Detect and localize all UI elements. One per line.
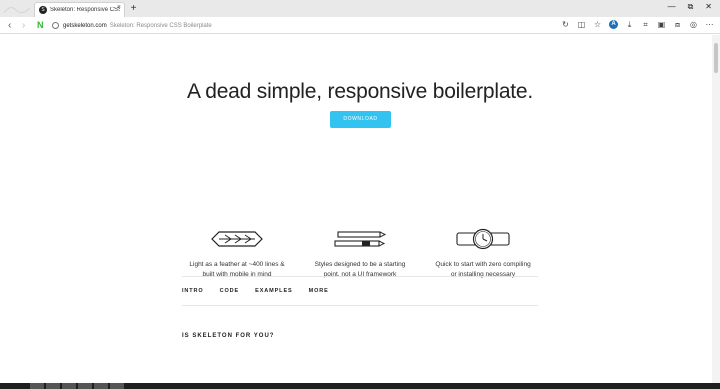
reading-list-icon[interactable]: ▣ [657,20,666,29]
restore-button[interactable]: ⧉ [688,2,694,12]
nav-link-more[interactable]: MORE [309,288,329,294]
url-page-title: Skeleton: Responsive CSS Boilerplate [109,22,212,29]
toolbar-icons: ↻ ◫ ☆ A ⤓ ⌗ ▣ ⧈ ◎ ⋯ [561,20,714,29]
feature-text-line1: Styles designed to be a starting [314,261,406,268]
nav-link-code[interactable]: CODE [220,288,240,294]
reload-icon[interactable]: ↻ [561,20,570,29]
taskbar-item[interactable] [94,383,108,389]
more-icon[interactable]: ⋯ [705,20,714,29]
feature-text-line1: Light as a feather at ~400 lines & [189,261,285,268]
nav-link-examples[interactable]: EXAMPLES [255,288,292,294]
tab-title: Skeleton: Responsive CSS [50,7,120,13]
reader-icon[interactable]: ◫ [577,20,586,29]
feature-lightweight: Light as a feather at ~400 lines & built… [182,228,292,280]
feature-text-line1: Quick to start with zero compiling [435,261,531,268]
os-taskbar [0,383,720,389]
download-button[interactable]: DOWNLOAD [330,111,391,128]
taskbar-item[interactable] [46,383,60,389]
tab-close-icon[interactable]: × [117,4,121,11]
close-window-button[interactable]: ✕ [705,2,712,12]
collections-icon[interactable]: ⧈ [673,20,682,29]
extension-n-icon[interactable]: N [37,20,44,31]
address-bar[interactable]: getskeleton.com Skeleton: Responsive CSS… [52,20,212,31]
download-icon[interactable]: ⤓ [625,20,634,29]
feature-quick-start: Quick to start with zero compiling or in… [428,228,538,280]
feature-starting-point: Styles designed to be a starting point, … [305,228,415,280]
navigation-bar: ‹ › N getskeleton.com Skeleton: Responsi… [0,17,720,34]
feather-icon [211,231,263,247]
nav-link-intro[interactable]: INTRO [182,288,204,294]
taskbar-item[interactable] [62,383,76,389]
window-controls: — ⧉ ✕ [668,2,712,12]
back-button[interactable]: ‹ [8,20,11,31]
star-icon[interactable]: ☆ [593,20,602,29]
watch-icon [456,228,510,250]
section-heading: IS SKELETON FOR YOU? [182,333,275,339]
browser-tab[interactable]: S Skeleton: Responsive CSS × [34,2,125,17]
account-icon[interactable]: ◎ [689,20,698,29]
site-info-icon[interactable] [52,22,59,29]
tab-favicon-icon: S [39,6,47,14]
scrollbar-thumb[interactable] [714,43,718,73]
crop-icon[interactable]: ⌗ [641,20,650,29]
section-nav: INTRO CODE EXAMPLES MORE [182,276,538,306]
tab-bar: S Skeleton: Responsive CSS × + — ⧉ ✕ [0,0,720,17]
new-tab-button[interactable]: + [128,3,139,14]
taskbar-item[interactable] [78,383,92,389]
forward-button[interactable]: › [22,20,25,31]
url-host: getskeleton.com [63,22,107,29]
minimize-button[interactable]: — [668,2,676,12]
hero-title: A dead simple, responsive boilerplate. [186,80,534,103]
taskbar-item[interactable] [30,383,44,389]
profile-icon[interactable]: A [609,20,618,29]
taskbar-item[interactable] [110,383,124,389]
tab-strip-decoration [3,7,31,14]
pens-icon [334,231,387,247]
